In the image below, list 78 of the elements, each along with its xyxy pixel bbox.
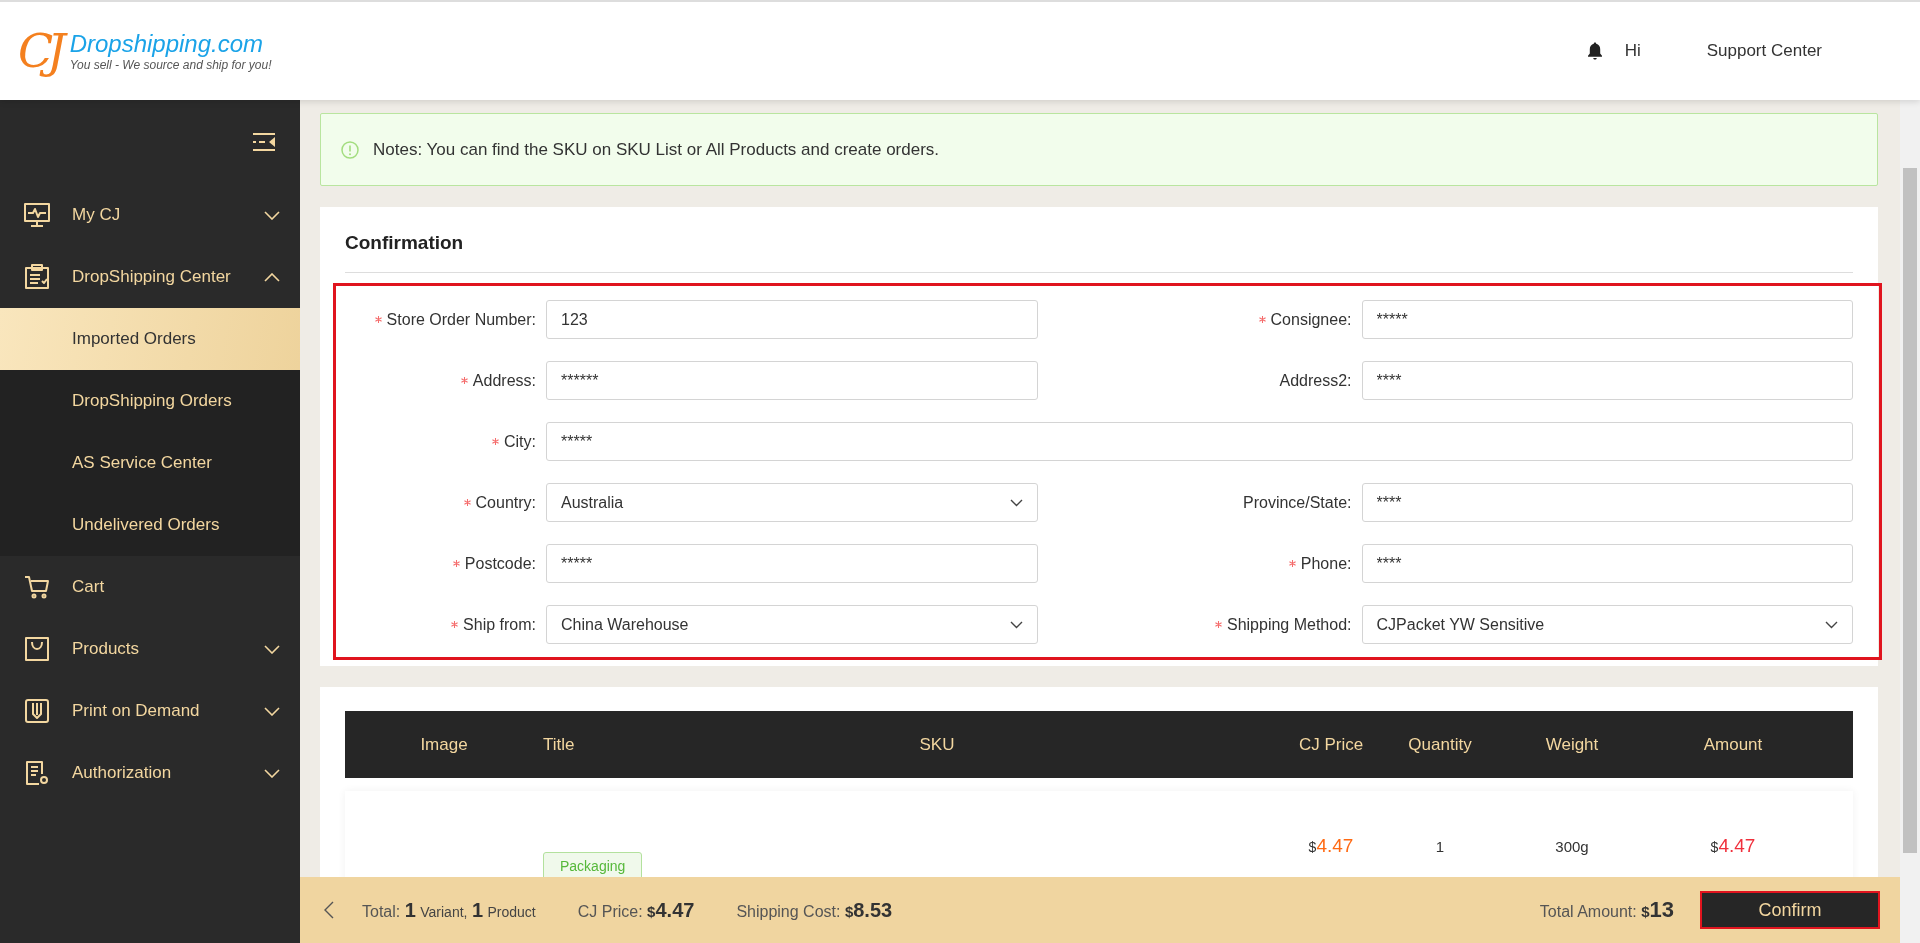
sidebar-item[interactable]: Print on Demand <box>0 680 300 742</box>
column-header: Title <box>543 734 576 755</box>
quantity-cell-text: 1 <box>1434 837 1446 855</box>
bag-icon <box>24 636 50 662</box>
sidebar-item[interactable]: Products <box>0 618 300 680</box>
field-label: Ship from: <box>463 615 536 634</box>
field-label: Store Order Number: <box>386 310 536 329</box>
field-label: Province/State: <box>1243 493 1352 512</box>
field-label: Consignee: <box>1270 310 1352 329</box>
support-center-link[interactable]: Support Center <box>1706 41 1822 61</box>
scrollbar[interactable] <box>1900 100 1920 943</box>
field-label: City: <box>504 432 536 451</box>
total-amount-summary: Total Amount: $13 <box>1539 897 1674 923</box>
required-icon <box>374 316 382 323</box>
submenu-item[interactable]: Undelivered Orders <box>0 494 300 556</box>
input-field[interactable]: ****** <box>546 361 1038 400</box>
bell-icon[interactable] <box>1586 42 1603 60</box>
cart-icon <box>24 574 50 600</box>
required-icon <box>1288 560 1296 567</box>
required-icon <box>460 377 468 384</box>
column-header: CJ Price <box>1297 734 1365 755</box>
input-field[interactable]: ***** <box>546 422 1853 461</box>
submenu-item[interactable]: AS Service Center <box>0 432 300 494</box>
chevron-down-icon <box>1009 498 1023 507</box>
logo-tagline: You sell - We source and ship for you! <box>69 58 272 72</box>
info-icon <box>341 140 359 159</box>
confirm-button[interactable]: Confirm <box>1700 891 1880 929</box>
monitor-icon <box>24 202 50 228</box>
field-label: Postcode: <box>464 554 536 573</box>
required-icon <box>1258 316 1266 323</box>
field-label: Shipping Method: <box>1226 615 1352 634</box>
required-icon <box>1214 621 1222 628</box>
input-field[interactable]: ***** <box>1361 300 1853 339</box>
amount-cell-text: $4.47 <box>1709 835 1757 857</box>
cj-price-cell-text: $4.47 <box>1307 835 1355 857</box>
input-field[interactable]: ***** <box>546 544 1038 583</box>
card-title: Confirmation <box>345 207 1853 273</box>
chevron-left-icon[interactable] <box>324 901 334 919</box>
notice-text: Notes: You can find the SKU on SKU List or All Products and create orders. <box>373 139 940 160</box>
shipping-cost-summary: Shipping Cost: $8.53 <box>736 898 893 922</box>
print-icon <box>24 698 50 724</box>
cj-price-summary: CJ Price: $4.47 <box>577 898 695 922</box>
required-icon <box>452 560 460 567</box>
column-header: Quantity <box>1407 734 1473 755</box>
required-icon <box>451 621 459 628</box>
submenu-item[interactable]: Imported Orders <box>0 308 300 370</box>
total-summary: Total: 1 Variant, 1 Product <box>362 898 536 922</box>
field-label: Phone: <box>1300 554 1352 573</box>
sidebar-item[interactable]: DropShipping Center <box>0 246 300 308</box>
chevron-down-icon <box>1825 620 1838 629</box>
column-header: Amount <box>1702 734 1764 755</box>
sidebar-item[interactable]: Authorization <box>0 742 300 804</box>
sidebar-item[interactable]: My CJ <box>0 184 300 246</box>
input-field[interactable]: **** <box>1361 483 1853 522</box>
select-field[interactable]: CJPacket YW Sensitive <box>1361 605 1853 644</box>
column-header: Weight <box>1544 734 1600 755</box>
select-field[interactable]: Australia <box>546 483 1038 522</box>
clipboard-icon <box>24 264 50 290</box>
column-header: Image <box>419 734 469 755</box>
field-label: Address: <box>472 371 536 390</box>
weight-cell-text: 300g <box>1554 837 1590 855</box>
submenu-item[interactable]: DropShipping Orders <box>0 370 300 432</box>
document-gear-icon <box>24 760 50 786</box>
input-field[interactable]: **** <box>1361 361 1853 400</box>
input-field[interactable]: **** <box>1361 544 1853 583</box>
select-field[interactable]: China Warehouse <box>546 605 1038 644</box>
greeting-link[interactable]: Hi <box>1624 41 1641 61</box>
field-label: Address2: <box>1279 371 1352 390</box>
required-icon <box>492 438 499 445</box>
collapse-menu-icon[interactable] <box>252 132 276 152</box>
required-icon <box>463 499 471 506</box>
column-header: SKU <box>918 734 956 755</box>
field-label: Country: <box>475 493 536 512</box>
chevron-down-icon <box>1009 620 1023 629</box>
logo-mark: CJ <box>18 24 66 78</box>
packaging-tag: Packaging <box>543 852 643 877</box>
sidebar-item[interactable]: Cart <box>0 556 300 618</box>
input-field[interactable]: 123 <box>546 300 1038 339</box>
